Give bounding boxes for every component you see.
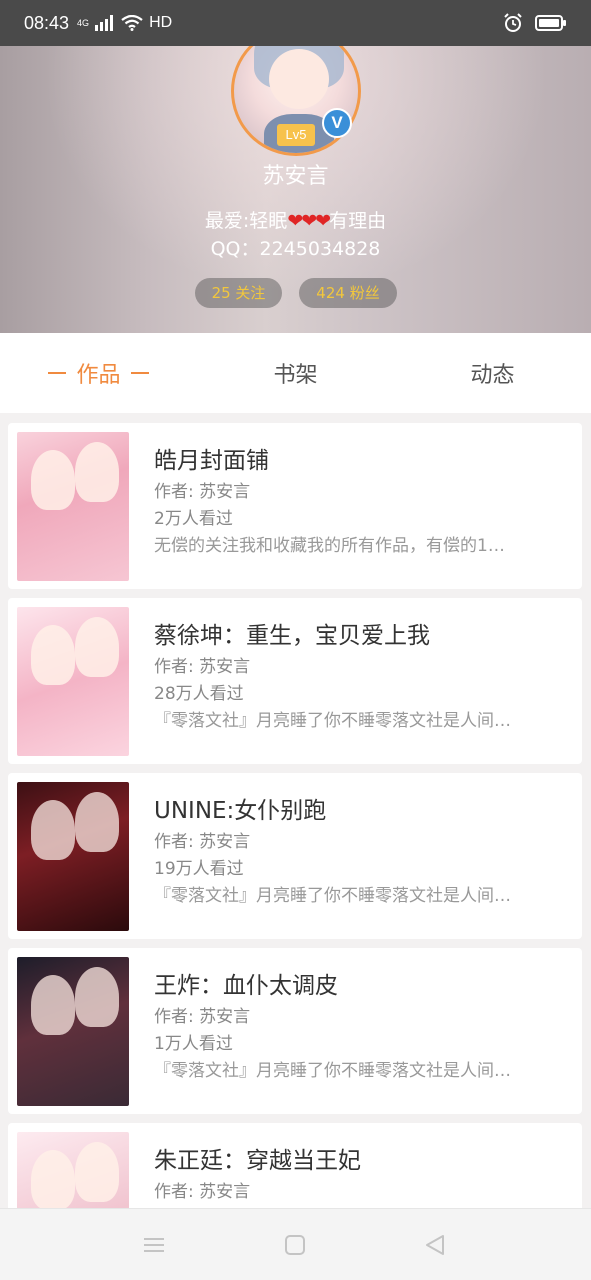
level-badge: Lv5 (277, 124, 315, 146)
network-type: 4G (77, 17, 90, 28)
work-views: 19万人看过 (154, 859, 244, 879)
work-description: 『零落文社』月亮睡了你不睡零落文社是人间… (154, 711, 511, 731)
book-cover[interactable] (17, 432, 129, 581)
work-description: 『零落文社』月亮睡了你不睡零落文社是人间… (154, 886, 511, 906)
signal-icon (95, 15, 114, 31)
work-title: 王炸：血仆太调皮 (154, 973, 338, 999)
home-icon[interactable] (281, 1231, 309, 1259)
book-cover[interactable] (17, 607, 129, 756)
work-views: 28万人看过 (154, 684, 244, 704)
tab-bookshelf-label: 书架 (273, 363, 318, 388)
verified-icon: V (322, 108, 352, 138)
work-title: 朱正廷：穿越当王妃 (154, 1148, 361, 1174)
work-views: 1万人看过 (154, 1034, 233, 1054)
network-indicator: 4G HD (77, 14, 172, 32)
wifi-icon (121, 15, 143, 31)
book-cover[interactable] (17, 782, 129, 931)
works-list: 皓月封面铺 作者: 苏安言 2万人看过 无偿的关注我和收藏我的所有作品，有偿的1… (8, 423, 582, 1280)
profile-header: Lv5 V 苏安言 最爱:轻眠❤❤❤有理由 QQ：2245034828 25 关… (0, 46, 591, 333)
profile-qq: QQ：2245034828 (210, 238, 381, 260)
tab-works-label: 作品 (76, 363, 121, 388)
work-description: 『零落文社』月亮睡了你不睡零落文社是人间… (154, 1061, 511, 1081)
alarm-icon (504, 13, 522, 32)
hd-indicator: HD (149, 14, 173, 31)
tab-activity-label: 动态 (470, 363, 515, 388)
work-title: UNINE:女仆别跑 (154, 798, 327, 824)
battery-icon (535, 15, 566, 31)
work-title: 皓月封面铺 (154, 448, 269, 474)
bio-suffix: 有理由 (329, 210, 387, 232)
following-count-button[interactable]: 25 关注 (195, 278, 282, 308)
work-description: 无偿的关注我和收藏我的所有作品，有偿的1… (154, 536, 505, 556)
tab-bookshelf[interactable]: 书架 (197, 333, 394, 413)
status-bar: 08:43 4G HD (0, 0, 591, 46)
tab-works[interactable]: 作品 (0, 333, 197, 413)
work-author: 作者: 苏安言 (154, 657, 251, 677)
work-title: 蔡徐坤：重生，宝贝爱上我 (154, 623, 430, 649)
work-views: 2万人看过 (154, 509, 233, 529)
work-card[interactable]: 蔡徐坤：重生，宝贝爱上我 作者: 苏安言 28万人看过 『零落文社』月亮睡了你不… (8, 598, 582, 764)
fans-count-button[interactable]: 424 粉丝 (299, 278, 397, 308)
profile-name: 苏安言 (262, 164, 329, 189)
work-author: 作者: 苏安言 (154, 1182, 251, 1202)
menu-icon[interactable] (140, 1231, 168, 1259)
work-card[interactable]: UNINE:女仆别跑 作者: 苏安言 19万人看过 『零落文社』月亮睡了你不睡零… (8, 773, 582, 939)
work-card[interactable]: 皓月封面铺 作者: 苏安言 2万人看过 无偿的关注我和收藏我的所有作品，有偿的1… (8, 423, 582, 589)
profile-bio: 最爱:轻眠❤❤❤有理由 (0, 206, 591, 233)
book-cover[interactable] (17, 957, 129, 1106)
back-icon[interactable] (421, 1231, 449, 1259)
tab-activity[interactable]: 动态 (394, 333, 591, 413)
work-author: 作者: 苏安言 (154, 482, 251, 502)
system-nav-bar (0, 1208, 591, 1280)
status-time: 08:43 (24, 12, 70, 33)
bio-prefix: 最爱:轻眠 (204, 210, 288, 232)
work-author: 作者: 苏安言 (154, 1007, 251, 1027)
work-author: 作者: 苏安言 (154, 832, 251, 852)
heart-icon: ❤❤❤ (287, 210, 331, 232)
profile-tabs: 作品 书架 动态 (0, 333, 591, 413)
work-card[interactable]: 王炸：血仆太调皮 作者: 苏安言 1万人看过 『零落文社』月亮睡了你不睡零落文社… (8, 948, 582, 1114)
